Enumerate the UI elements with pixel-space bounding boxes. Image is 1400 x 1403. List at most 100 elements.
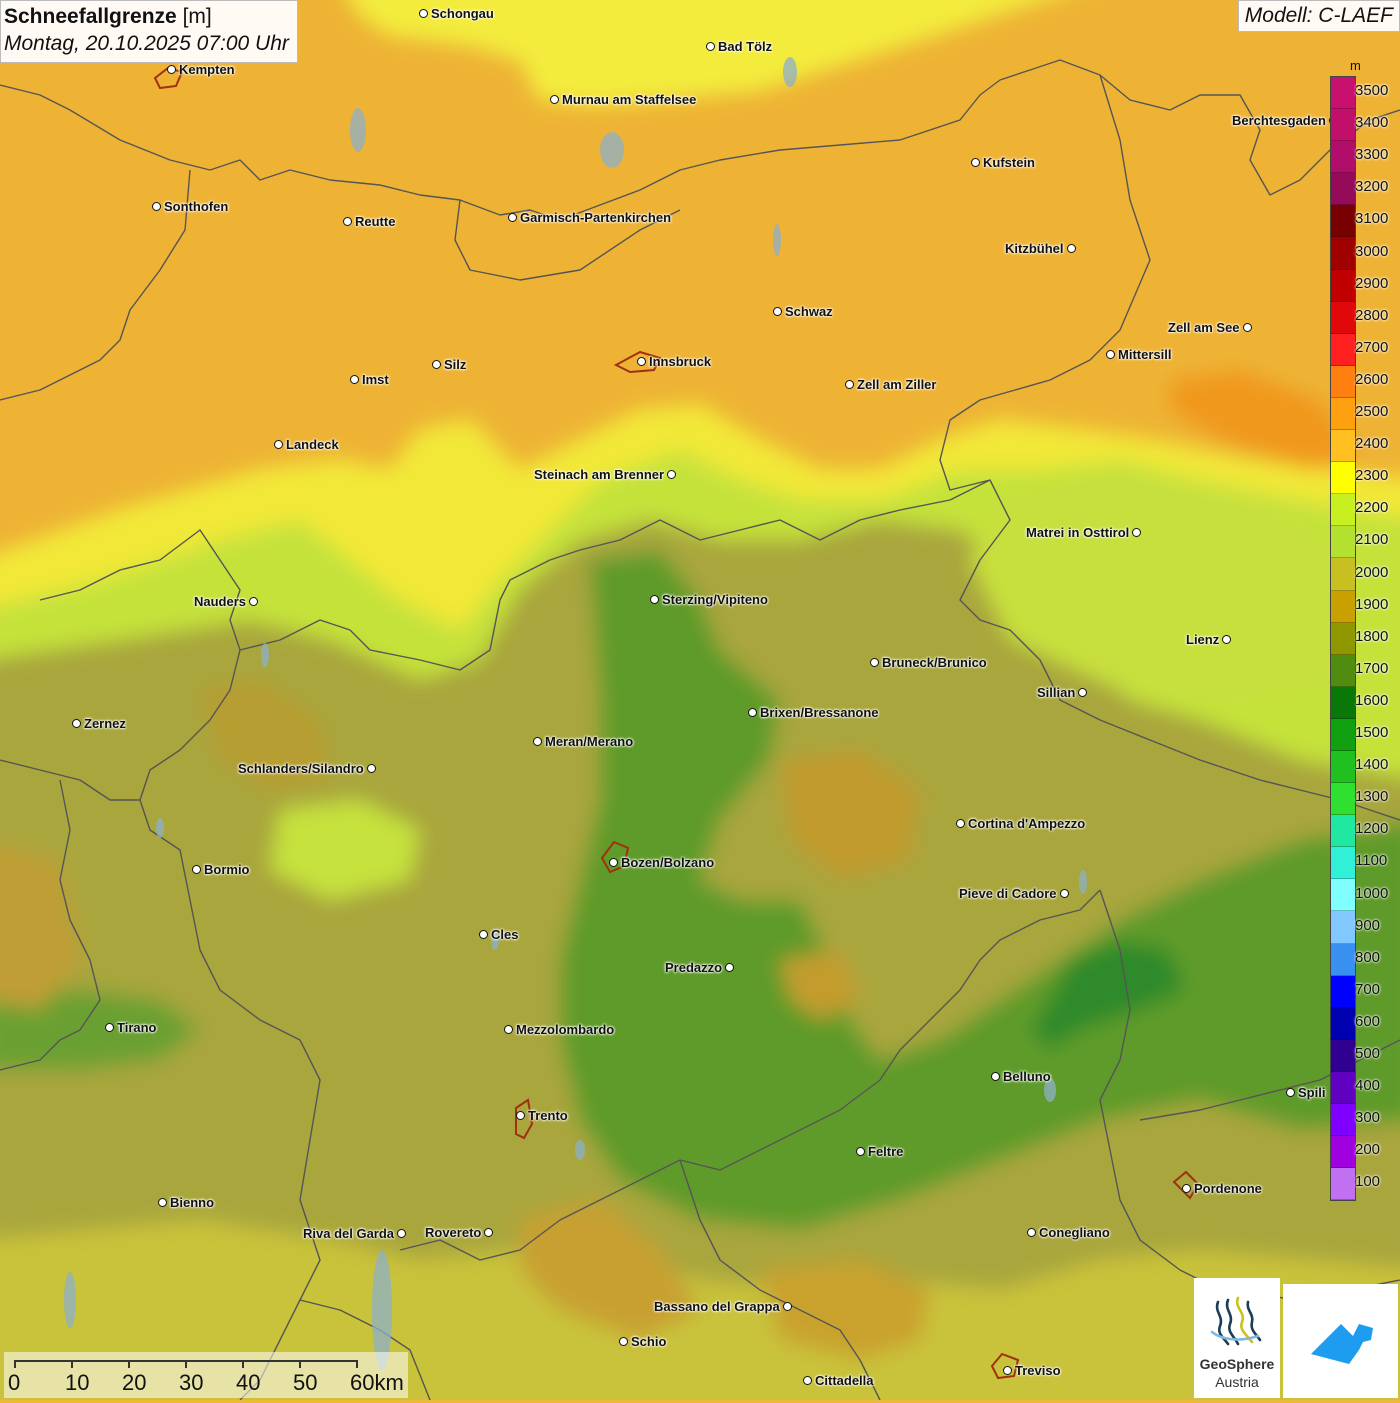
legend-color-cell: [1331, 622, 1355, 655]
legend-color-cell: [1331, 494, 1355, 527]
scale-tick: [242, 1360, 244, 1368]
city-marker-icon: [1182, 1183, 1191, 1193]
city-name: Kempten: [179, 61, 235, 77]
city-name: Imst: [362, 371, 389, 387]
scale-label: 40: [236, 1370, 261, 1395]
city-label: Riva del Garda: [303, 1226, 407, 1241]
city-marker-icon: [504, 1024, 513, 1034]
city-label: Bad Tölz: [706, 39, 772, 54]
city-name: Feltre: [868, 1143, 904, 1159]
city-name: Nauders: [194, 593, 247, 609]
city-name: Schongau: [431, 5, 494, 21]
legend-color-cell: [1331, 365, 1355, 398]
city-marker-icon: [991, 1071, 1000, 1081]
legend-color-cell: [1331, 815, 1355, 848]
city-label: Garmisch-Partenkirchen: [508, 210, 671, 225]
city-marker-icon: [637, 356, 646, 366]
forecast-datetime: Montag, 20.10.2025 07:00 Uhr: [4, 32, 289, 55]
city-name: Bienno: [170, 1194, 215, 1210]
city-label: Bozen/Bolzano: [609, 855, 714, 870]
legend-color-cell: [1331, 943, 1355, 976]
map-title-box: Schneefallgrenze [m] Montag, 20.10.2025 …: [0, 0, 298, 63]
city-marker-icon: [533, 736, 542, 746]
scale-tick: [71, 1360, 73, 1368]
legend-level-label: 600: [1355, 1012, 1381, 1030]
scale-label: 30: [179, 1370, 204, 1395]
city-marker-icon: [1242, 322, 1252, 332]
legend-color-cell: [1331, 205, 1355, 238]
map-title: Schneefallgrenze [m]: [4, 5, 289, 29]
city-name: Belluno: [1003, 1068, 1051, 1084]
legend-color-cell: [1331, 430, 1355, 463]
legend-level-label: 500: [1355, 1045, 1381, 1062]
legend-level-label: 1200: [1355, 820, 1389, 838]
legend-color-cell: [1331, 718, 1355, 751]
legend-color-cell: [1331, 1071, 1355, 1104]
city-marker-icon: [105, 1022, 114, 1032]
legend-level-label: 1500: [1355, 724, 1389, 741]
city-label: Sonthofen: [152, 199, 228, 214]
city-name: Meran/Merano: [545, 733, 634, 749]
legend-level-label: 900: [1355, 916, 1381, 934]
city-name: Spili: [1298, 1084, 1326, 1100]
city-label: Zernez: [72, 716, 126, 731]
warn-app-logo[interactable]: [1283, 1284, 1398, 1398]
city-label: Kufstein: [971, 155, 1035, 170]
city-label: Reutte: [343, 214, 395, 229]
city-marker-icon: [845, 379, 854, 389]
geosphere-logo[interactable]: GeoSphere Austria: [1194, 1278, 1280, 1398]
legend-color-cell: [1331, 301, 1355, 334]
city-name: Garmisch-Partenkirchen: [520, 209, 672, 225]
legend-level-label: 3200: [1355, 178, 1389, 196]
city-name: Sillian: [1037, 684, 1076, 700]
city-label: Zell am See: [1168, 320, 1252, 335]
city-label: Innsbruck: [637, 354, 711, 369]
city-marker-icon: [484, 1227, 494, 1237]
city-label: Imst: [350, 372, 389, 387]
legend-color-cell: [1331, 333, 1355, 366]
city-marker-icon: [971, 157, 980, 167]
scale-label: 0: [8, 1370, 21, 1395]
city-name: Matrei in Osttirol: [1026, 524, 1130, 540]
city-name: Landeck: [286, 436, 339, 452]
city-name: Brixen/Bressanone: [760, 704, 879, 720]
city-label: Schongau: [419, 6, 494, 21]
legend-level-label: 2000: [1355, 563, 1389, 581]
legend-color-bar: [1330, 76, 1356, 1202]
city-label: Cortina d'Ampezzo: [956, 816, 1085, 831]
city-label: Berchtesgaden: [1232, 113, 1338, 128]
city-label: Schlanders/Silandro: [238, 761, 376, 776]
city-label: Brixen/Bressanone: [748, 705, 879, 720]
city-marker-icon: [706, 41, 715, 51]
city-name: Schwaz: [785, 303, 833, 319]
legend-level-label: 1900: [1355, 595, 1389, 613]
city-marker-icon: [72, 718, 81, 728]
city-marker-icon: [650, 594, 659, 604]
city-name: Treviso: [1015, 1362, 1061, 1378]
city-marker-icon: [397, 1228, 407, 1238]
legend-level-label: 2500: [1355, 403, 1389, 420]
city-name: Lienz: [1186, 631, 1220, 647]
city-marker-icon: [748, 707, 757, 717]
city-label: Spili: [1286, 1085, 1325, 1100]
city-label: Mittersill: [1106, 347, 1171, 362]
legend-color-cell: [1331, 237, 1355, 270]
parameter-name: Schneefallgrenze: [4, 5, 177, 28]
legend-level-label: 1600: [1355, 691, 1389, 709]
city-marker-icon: [619, 1336, 628, 1346]
city-name: Cittadella: [815, 1372, 874, 1388]
city-marker-icon: [1222, 634, 1232, 644]
city-name: Bozen/Bolzano: [621, 854, 715, 870]
city-name: Predazzo: [665, 959, 723, 975]
city-label: Matrei in Osttirol: [1026, 524, 1142, 540]
city-name: Pieve di Cadore: [959, 885, 1057, 901]
city-label: Lienz: [1186, 631, 1232, 647]
city-name: Trento: [528, 1107, 568, 1123]
city-marker-icon: [550, 94, 559, 104]
city-marker-icon: [167, 64, 176, 74]
legend-color-cell: [1331, 397, 1355, 431]
city-name: Zell am See: [1168, 319, 1240, 335]
city-name: Innsbruck: [649, 353, 712, 369]
city-marker-icon: [667, 469, 677, 479]
model-label: Modell: C-LAEF: [1237, 0, 1400, 32]
